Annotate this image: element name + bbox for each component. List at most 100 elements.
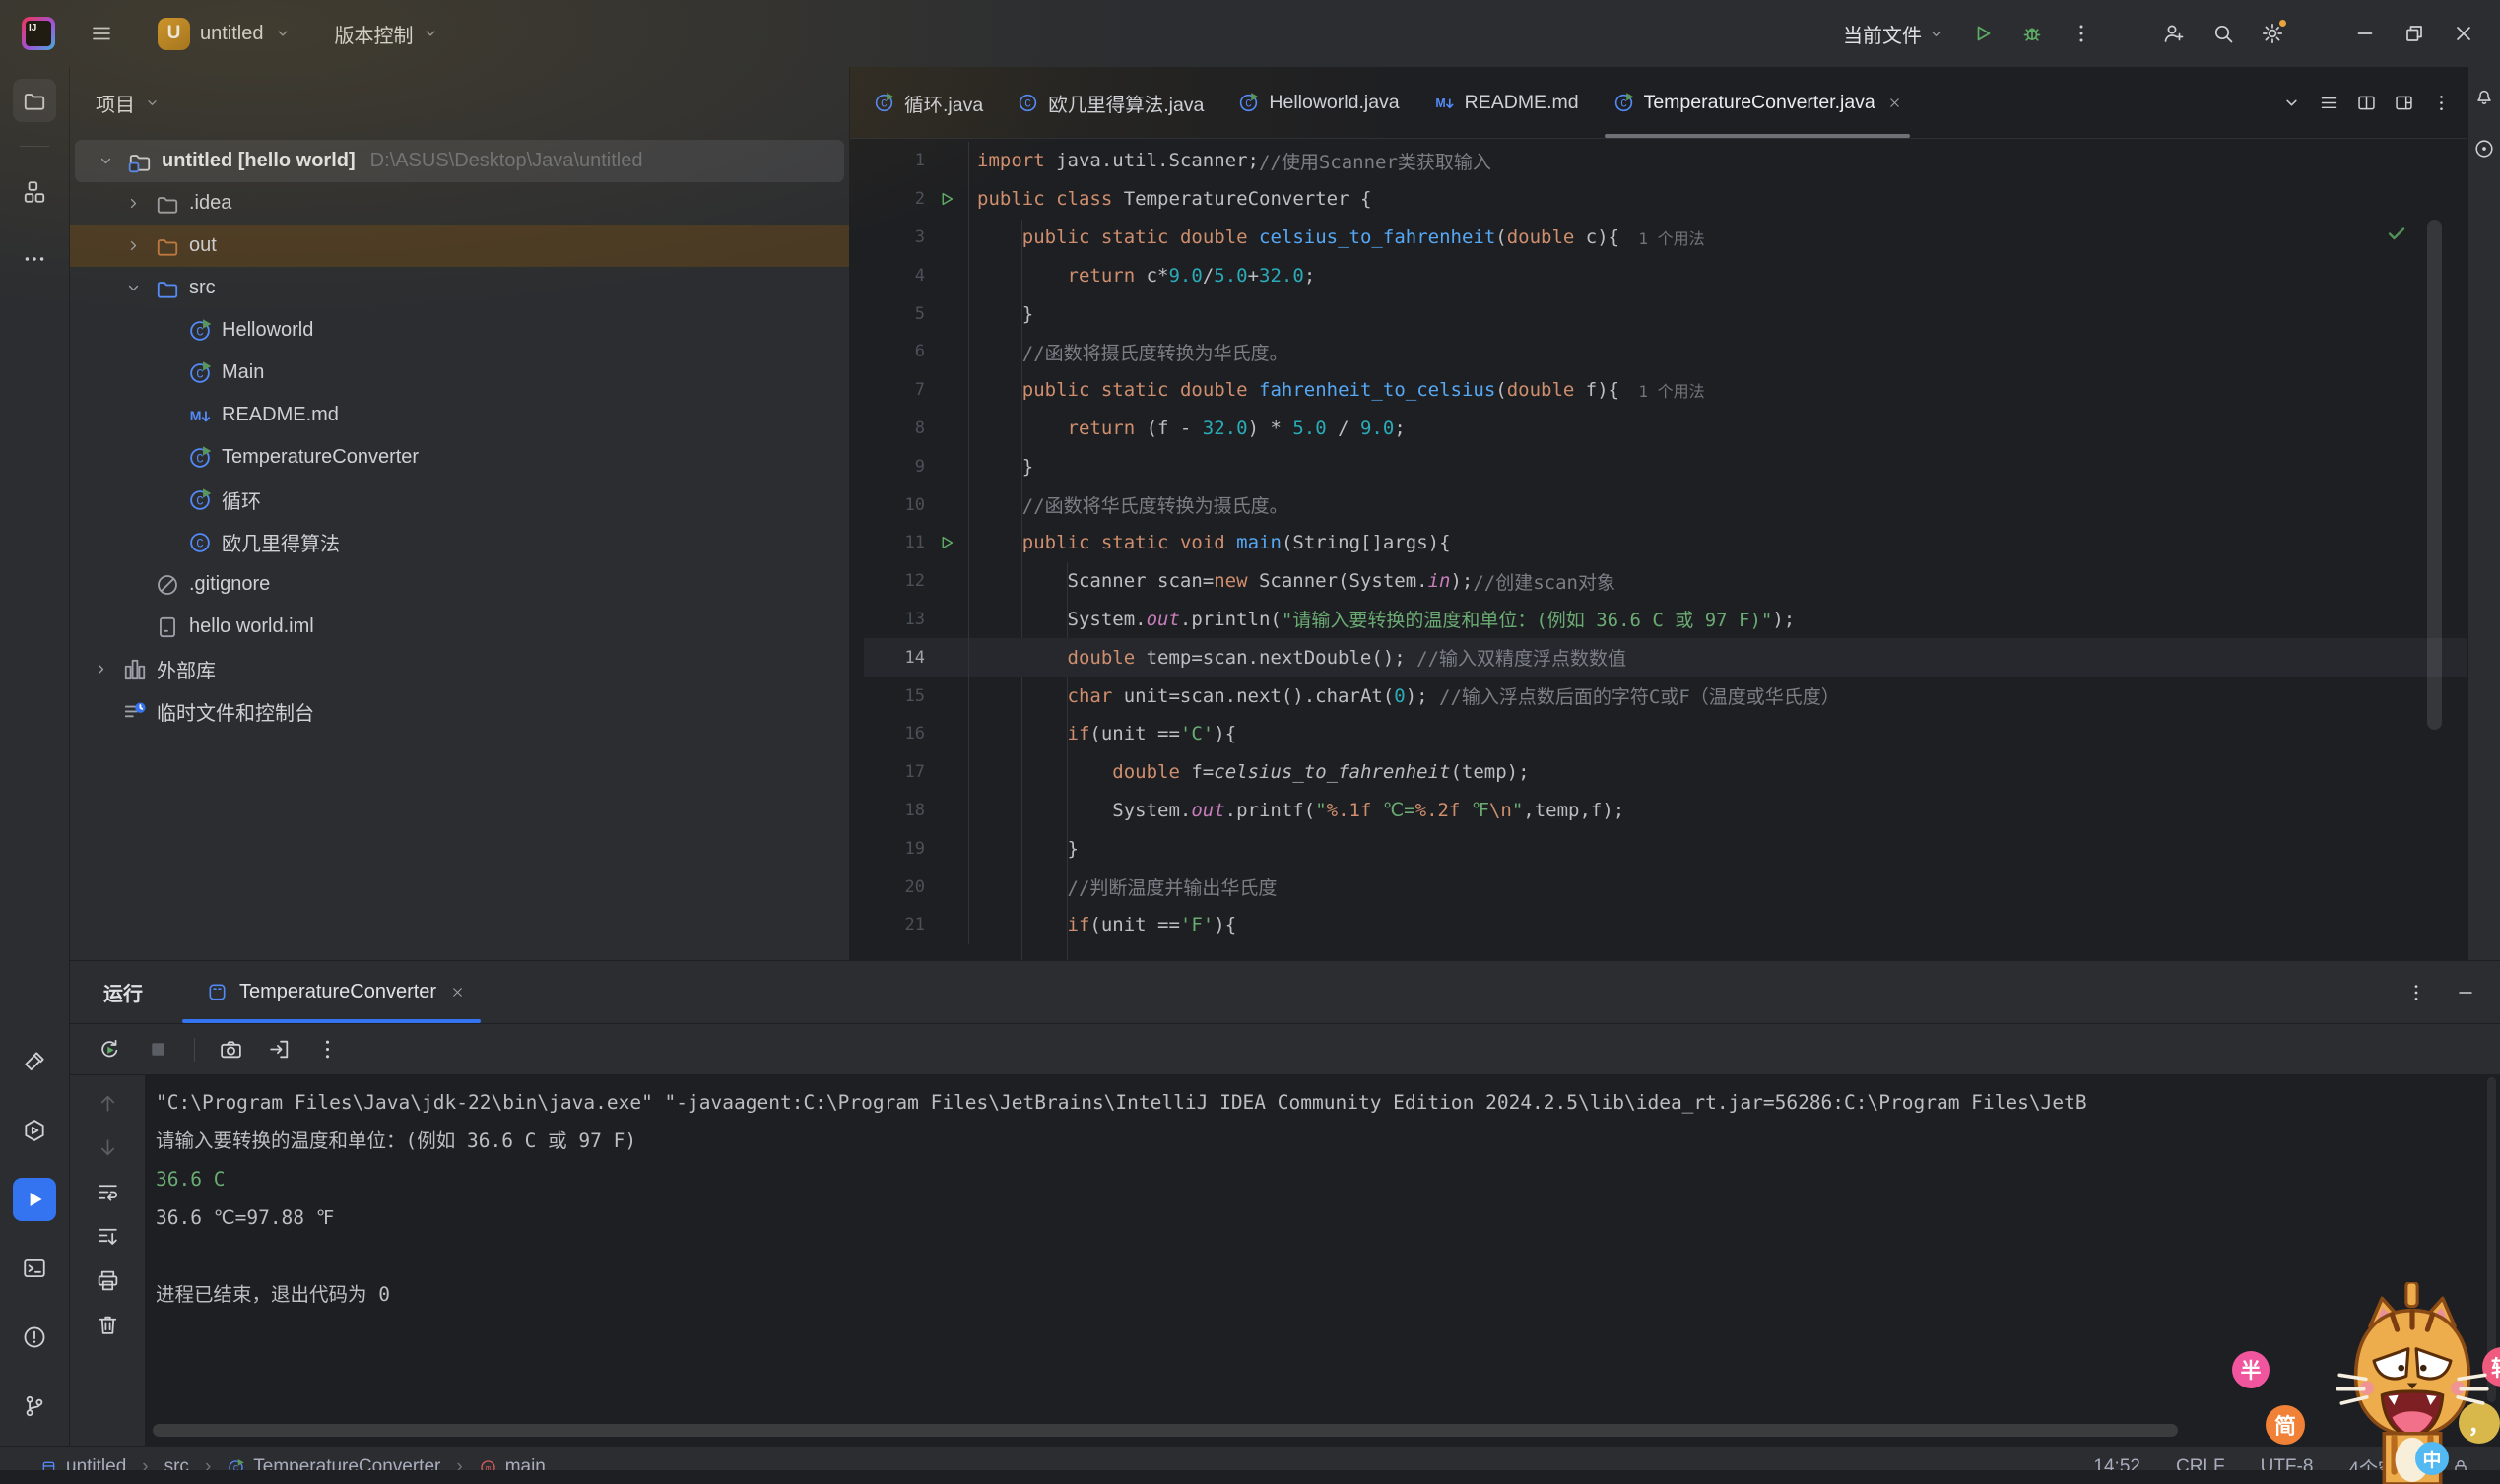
breadcrumb-item[interactable]: mmain — [479, 1456, 546, 1470]
code-line[interactable]: 1import java.util.Scanner;//使用Scanner类获取… — [864, 142, 2467, 180]
tree-item[interactable]: .gitignore — [70, 563, 849, 606]
console[interactable]: "C:\Program Files\Java\jdk-22\bin\java.e… — [146, 1075, 2500, 1446]
code-line[interactable]: 5 } — [864, 294, 2467, 333]
secondary-tool-button[interactable] — [2469, 134, 2499, 163]
code-line[interactable]: 9 } — [864, 447, 2467, 485]
inspections-ok-widget[interactable] — [2385, 222, 2408, 245]
problems-tool-button[interactable] — [13, 1316, 56, 1359]
run-panel-more-button[interactable] — [2405, 982, 2427, 1003]
editor-menu-button[interactable] — [2319, 93, 2339, 113]
run-tool-button[interactable] — [13, 1178, 56, 1221]
console-h-scrollbar[interactable] — [153, 1424, 2178, 1437]
restore-button[interactable] — [2394, 13, 2435, 54]
console-more-button[interactable] — [315, 1037, 340, 1062]
tree-item[interactable]: CHelloworld — [70, 309, 849, 352]
close-button[interactable] — [2443, 13, 2484, 54]
notifications-button[interactable] — [2469, 81, 2499, 110]
search-everywhere-button[interactable] — [2203, 13, 2244, 54]
code-line[interactable]: 13 System.out.println("请输入要转换的温度和单位：(例如 … — [864, 601, 2467, 639]
scroll-to-end-button[interactable] — [96, 1224, 120, 1249]
chevron-right-icon[interactable] — [120, 236, 146, 255]
clear-console-button[interactable] — [96, 1313, 120, 1337]
stop-button[interactable] — [146, 1037, 170, 1062]
split-editor-button[interactable] — [2356, 93, 2377, 113]
code-line[interactable]: 19 } — [864, 829, 2467, 868]
tree-item[interactable]: out — [70, 225, 849, 267]
chevron-down-icon[interactable] — [144, 95, 161, 111]
breadcrumb-item[interactable]: src — [164, 1456, 189, 1470]
version-control-tool-button[interactable] — [13, 1385, 56, 1428]
tree-item[interactable]: .idea — [70, 182, 849, 225]
tree-item[interactable]: C循环 — [70, 479, 849, 521]
more-tools-button[interactable] — [13, 237, 56, 281]
vcs-widget[interactable]: 版本控制 — [327, 12, 447, 55]
run-tab[interactable]: TemperatureConverter — [196, 961, 475, 1023]
editor-more-button[interactable] — [2431, 93, 2452, 113]
code-line[interactable]: 3 public static double celsius_to_fahren… — [864, 219, 2467, 257]
run-line-icon[interactable] — [937, 533, 956, 552]
code-with-me-button[interactable] — [2153, 13, 2195, 54]
structure-tool-button[interactable] — [13, 170, 56, 214]
terminal-tool-button[interactable] — [13, 1247, 56, 1290]
editor-tab[interactable]: C欧几里得算法.java — [1000, 67, 1220, 138]
print-console-button[interactable] — [96, 1268, 120, 1293]
rerun-button[interactable] — [98, 1037, 122, 1062]
tree-item[interactable]: 外部库 — [70, 648, 849, 690]
more-actions-button[interactable] — [2061, 13, 2102, 54]
services-tool-button[interactable] — [13, 1109, 56, 1152]
minimize-button[interactable] — [2344, 13, 2386, 54]
run-configuration-selector[interactable]: 当前文件 — [1843, 20, 1944, 48]
code-line[interactable]: 17 double f=celsius_to_fahrenheit(temp); — [864, 753, 2467, 792]
hide-panel-button[interactable] — [2455, 982, 2476, 1003]
close-icon[interactable] — [450, 985, 465, 1000]
tree-item[interactable]: CTemperatureConverter — [70, 436, 849, 479]
project-widget[interactable]: U untitled — [152, 12, 297, 55]
editor-tab[interactable]: C循环.java — [856, 67, 1000, 138]
run-line-icon[interactable] — [937, 189, 956, 209]
editor-tab[interactable]: MREADME.md — [1416, 67, 1596, 138]
status-widget[interactable]: UTF-8 — [2261, 1456, 2314, 1470]
breadcrumb-item[interactable]: untitled — [39, 1456, 126, 1470]
chevron-down-icon[interactable] — [93, 152, 118, 170]
thread-dump-button[interactable] — [219, 1037, 243, 1062]
editor-tab[interactable]: CHelloworld.java — [1220, 67, 1415, 138]
code-line[interactable]: 15 char unit=scan.next().charAt(0); //输入… — [864, 677, 2467, 715]
breadcrumb-item[interactable]: CTemperatureConverter — [227, 1456, 440, 1470]
code-editor[interactable]: 1import java.util.Scanner;//使用Scanner类获取… — [850, 139, 2467, 960]
chevron-down-icon[interactable] — [120, 279, 146, 297]
tree-item[interactable]: src — [70, 267, 849, 309]
code-line[interactable]: 4 return c*9.0/5.0+32.0; — [864, 256, 2467, 294]
code-line[interactable]: 11 public static void main(String[]args)… — [864, 524, 2467, 562]
debug-button[interactable] — [2011, 13, 2053, 54]
run-button[interactable] — [1962, 13, 2004, 54]
editor-layout-button[interactable] — [2394, 93, 2414, 113]
hidden-tabs-button[interactable] — [2281, 93, 2302, 113]
tree-item[interactable]: 临时文件和控制台 — [70, 690, 849, 733]
tree-item[interactable]: untitled [hello world]D:\ASUS\Desktop\Ja… — [75, 140, 844, 182]
status-widget[interactable]: CRLF — [2176, 1456, 2225, 1470]
import-export-button[interactable] — [267, 1037, 292, 1062]
code-line[interactable]: 10 //函数将华氏度转换为摄氏度。 — [864, 485, 2467, 524]
code-line[interactable]: 21 if(unit =='F'){ — [864, 906, 2467, 944]
code-line[interactable]: 12 Scanner scan=new Scanner(System.in);/… — [864, 562, 2467, 601]
code-line[interactable]: 2public class TemperatureConverter { — [864, 180, 2467, 219]
settings-button[interactable] — [2252, 13, 2293, 54]
main-menu-button[interactable] — [81, 13, 122, 54]
project-tool-button[interactable] — [13, 79, 56, 122]
code-line[interactable]: 16 if(unit =='C'){ — [864, 715, 2467, 753]
soft-wrap-button[interactable] — [96, 1180, 120, 1204]
code-line[interactable]: 6 //函数将摄氏度转换为华氏度。 — [864, 333, 2467, 371]
code-line[interactable]: 7 public static double fahrenheit_to_cel… — [864, 371, 2467, 410]
tree-item[interactable]: CMain — [70, 352, 849, 394]
tree-item[interactable]: C欧几里得算法 — [70, 521, 849, 563]
code-line[interactable]: 20 //判断温度并输出华氏度 — [864, 868, 2467, 906]
code-line[interactable]: 14 double temp=scan.nextDouble(); //输入双精… — [864, 638, 2467, 677]
next-occurrence-button[interactable] — [96, 1135, 120, 1160]
chevron-right-icon[interactable] — [88, 660, 113, 678]
status-widget[interactable]: 14:52 — [2093, 1456, 2140, 1470]
tree-item[interactable]: hello world.iml — [70, 606, 849, 648]
prev-occurrence-button[interactable] — [96, 1091, 120, 1116]
close-icon[interactable] — [1887, 96, 1902, 110]
chevron-right-icon[interactable] — [120, 194, 146, 213]
build-tool-button[interactable] — [13, 1040, 56, 1083]
